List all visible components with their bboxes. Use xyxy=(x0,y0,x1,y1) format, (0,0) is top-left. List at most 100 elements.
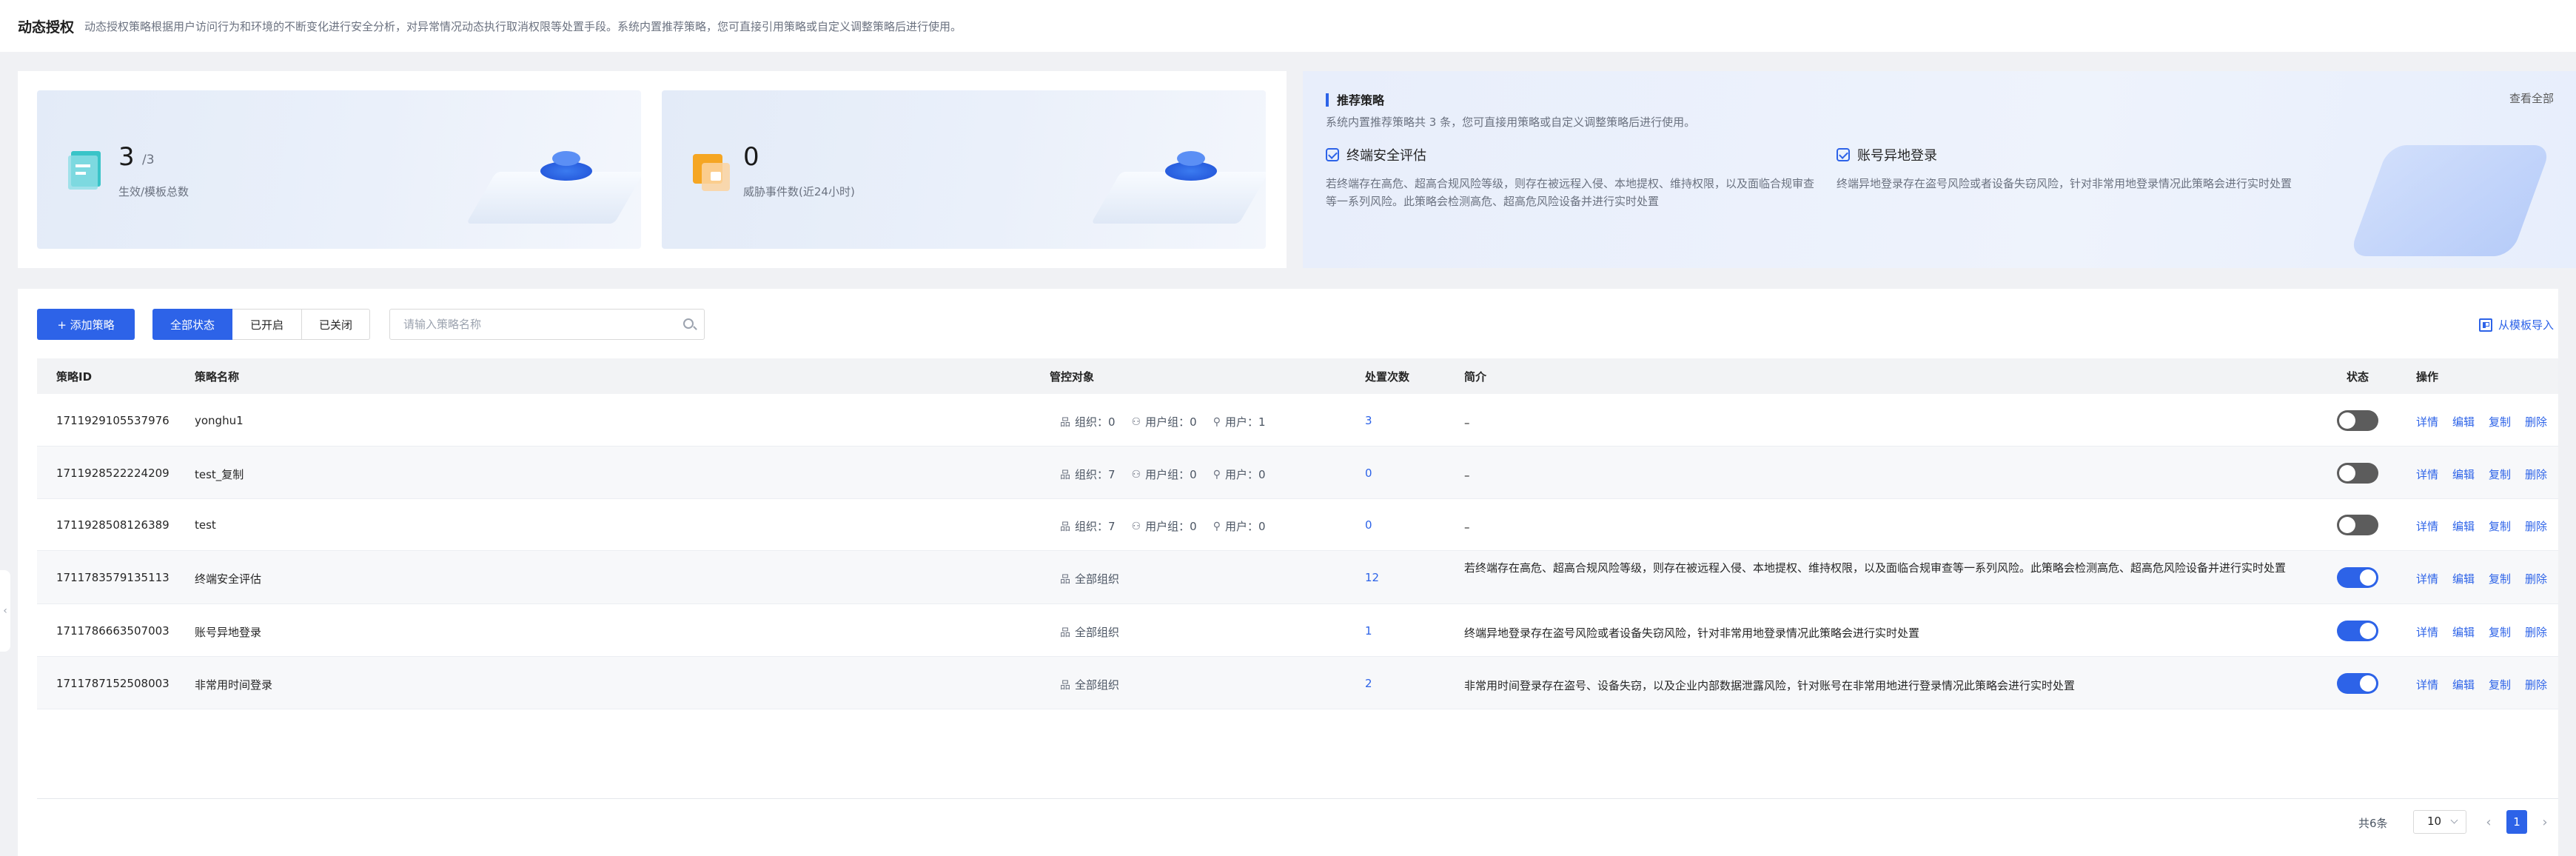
delete-link[interactable]: 删除 xyxy=(2525,518,2547,534)
col-ops: 操作 xyxy=(2416,370,2439,384)
add-policy-button[interactable]: + 添加策略 xyxy=(37,309,135,340)
search-icon[interactable] xyxy=(683,318,694,329)
status-toggle[interactable] xyxy=(2337,410,2378,431)
page-1-button[interactable]: 1 xyxy=(2506,810,2527,834)
col-target: 管控对象 xyxy=(1050,370,1095,384)
detail-link[interactable]: 详情 xyxy=(2416,571,2438,586)
delete-link[interactable]: 删除 xyxy=(2525,414,2547,429)
recommend-item-terminal[interactable]: 终端安全评估 xyxy=(1326,145,1426,164)
policy-id: 1711786663507003 xyxy=(56,624,170,638)
target-summary: 品组织： 7 ⚇ 用户组： 0 ⚲ 用户： 0 xyxy=(1060,518,1266,534)
policy-intro: 非常用时间登录存在盗号、设备失窃，以及企业内部数据泄露风险，针对账号在非常用地进… xyxy=(1464,679,2076,692)
user-label: 用户： xyxy=(1224,468,1258,481)
policy-name: 终端安全评估 xyxy=(195,572,262,586)
table-row: 1711786663507003 账号异地登录 品全部组织 1 终端异地登录存在… xyxy=(37,604,2558,657)
decor-disc-top xyxy=(1177,151,1205,166)
usergroup-count: 0 xyxy=(1190,467,1197,481)
status-toggle[interactable] xyxy=(2337,621,2378,641)
all-org-label: 全部组织 xyxy=(1075,572,1120,586)
handle-count-link[interactable]: 12 xyxy=(1365,571,1379,584)
recommend-title: 推荐策略 xyxy=(1337,93,1385,107)
col-status: 状态 xyxy=(2347,370,2369,384)
edit-link[interactable]: 编辑 xyxy=(2452,677,2475,692)
handle-count-link[interactable]: 1 xyxy=(1365,624,1372,638)
recommend-item-desc: 若终端存在高危、超高合规风险等级，则存在被远程入侵、本地提权、维持权限，以及面临… xyxy=(1326,177,1815,208)
org-icon: 品 xyxy=(1060,679,1070,692)
delete-link[interactable]: 删除 xyxy=(2525,677,2547,692)
delete-link[interactable]: 删除 xyxy=(2525,571,2547,586)
org-icon: 品 xyxy=(1060,521,1070,533)
copy-link[interactable]: 复制 xyxy=(2489,677,2511,692)
table-row: 1711929105537976 yonghu1 品组织： 0 ⚇ 用户组： 0 ⚲ 用… xyxy=(37,394,2558,447)
org-label: 组织： xyxy=(1075,468,1109,481)
next-page-icon[interactable]: › xyxy=(2535,810,2555,834)
policy-name: 账号异地登录 xyxy=(195,626,262,639)
page-header: 动态授权 动态授权策略根据用户访问行为和环境的不断变化进行安全分析，对异常情况动… xyxy=(0,0,2576,52)
user-count: 0 xyxy=(1258,519,1266,533)
delete-link[interactable]: 删除 xyxy=(2525,467,2547,482)
detail-link[interactable]: 详情 xyxy=(2416,467,2438,482)
detail-link[interactable]: 详情 xyxy=(2416,518,2438,534)
detail-link[interactable]: 详情 xyxy=(2416,677,2438,692)
handle-count-link[interactable]: 0 xyxy=(1365,467,1372,480)
detail-link[interactable]: 详情 xyxy=(2416,414,2438,429)
table-header: 策略ID 策略名称 管控对象 处置次数 简介 状态 操作 xyxy=(37,358,2558,394)
handle-count-link[interactable]: 2 xyxy=(1365,677,1372,690)
filter-enabled[interactable]: 已开启 xyxy=(232,309,302,340)
edit-link[interactable]: 编辑 xyxy=(2452,467,2475,482)
policy-id: 1711929105537976 xyxy=(56,414,170,427)
import-from-template-button[interactable]: 从模板导入 xyxy=(2478,317,2554,332)
target-summary: 品组织： 7 ⚇ 用户组： 0 ⚲ 用户： 0 xyxy=(1060,467,1266,482)
target-summary: 品组织： 0 ⚇ 用户组： 0 ⚲ 用户： 1 xyxy=(1060,414,1266,429)
table-row: 1711928508126389 test 品组织： 7 ⚇ 用户组： 0 ⚲ 用户： 0… xyxy=(37,499,2558,551)
handle-count-link[interactable]: 3 xyxy=(1365,414,1372,427)
policy-name: 非常用时间登录 xyxy=(195,678,273,692)
org-icon: 品 xyxy=(1060,416,1070,429)
recommend-item-title: 账号异地登录 xyxy=(1857,148,1937,164)
prev-page-icon[interactable]: ‹ xyxy=(2478,810,2499,834)
policy-intro: – xyxy=(1464,469,1470,482)
user-label: 用户： xyxy=(1224,415,1258,429)
detail-link[interactable]: 详情 xyxy=(2416,624,2438,640)
search-input[interactable] xyxy=(390,310,671,339)
collapse-sidebar-handle[interactable]: ‹ xyxy=(0,570,10,652)
policy-name: yonghu1 xyxy=(195,414,244,427)
status-toggle[interactable] xyxy=(2337,567,2378,588)
user-icon: ⚲ xyxy=(1212,415,1221,428)
policy-name: test xyxy=(195,518,216,532)
stat-threat-events: 0 威胁事件数(近24小时) xyxy=(662,90,1266,249)
copy-link[interactable]: 复制 xyxy=(2489,414,2511,429)
filter-disabled[interactable]: 已关闭 xyxy=(302,309,370,340)
recommend-item-remote-login[interactable]: 账号异地登录 xyxy=(1837,145,1937,164)
copy-link[interactable]: 复制 xyxy=(2489,624,2511,640)
copy-link[interactable]: 复制 xyxy=(2489,571,2511,586)
policy-count-total: /3 xyxy=(142,153,155,167)
handle-count-link[interactable]: 0 xyxy=(1365,518,1372,532)
row-actions: 详情 编辑 复制 删除 xyxy=(2416,677,2547,692)
user-count: 0 xyxy=(1258,467,1266,481)
page-size-select[interactable]: 10 xyxy=(2413,810,2466,834)
delete-link[interactable]: 删除 xyxy=(2525,624,2547,640)
edit-link[interactable]: 编辑 xyxy=(2452,518,2475,534)
edit-link[interactable]: 编辑 xyxy=(2452,571,2475,586)
page-size-value: 10 xyxy=(2427,815,2442,828)
alert-icon xyxy=(691,151,731,193)
edit-link[interactable]: 编辑 xyxy=(2452,624,2475,640)
row-actions: 详情 编辑 复制 删除 xyxy=(2416,467,2547,482)
status-toggle[interactable] xyxy=(2337,673,2378,694)
title-accent-bar xyxy=(1326,93,1329,107)
copy-link[interactable]: 复制 xyxy=(2489,467,2511,482)
policy-name: test_复制 xyxy=(195,468,244,481)
status-toggle[interactable] xyxy=(2337,463,2378,484)
edit-link[interactable]: 编辑 xyxy=(2452,414,2475,429)
org-label: 组织： xyxy=(1075,415,1109,429)
copy-link[interactable]: 复制 xyxy=(2489,518,2511,534)
view-all-link[interactable]: 查看全部 xyxy=(2509,90,2554,106)
policy-intro: 终端异地登录存在盗号风险或者设备失窃风险，针对非常用地登录情况此策略会进行实时处… xyxy=(1464,626,1920,640)
status-toggle[interactable] xyxy=(2337,515,2378,535)
page-title: 动态授权 xyxy=(18,19,75,36)
usergroup-icon: ⚇ xyxy=(1131,468,1141,481)
row-actions: 详情 编辑 复制 删除 xyxy=(2416,414,2547,429)
user-icon: ⚲ xyxy=(1212,520,1221,532)
filter-all[interactable]: 全部状态 xyxy=(152,309,232,340)
